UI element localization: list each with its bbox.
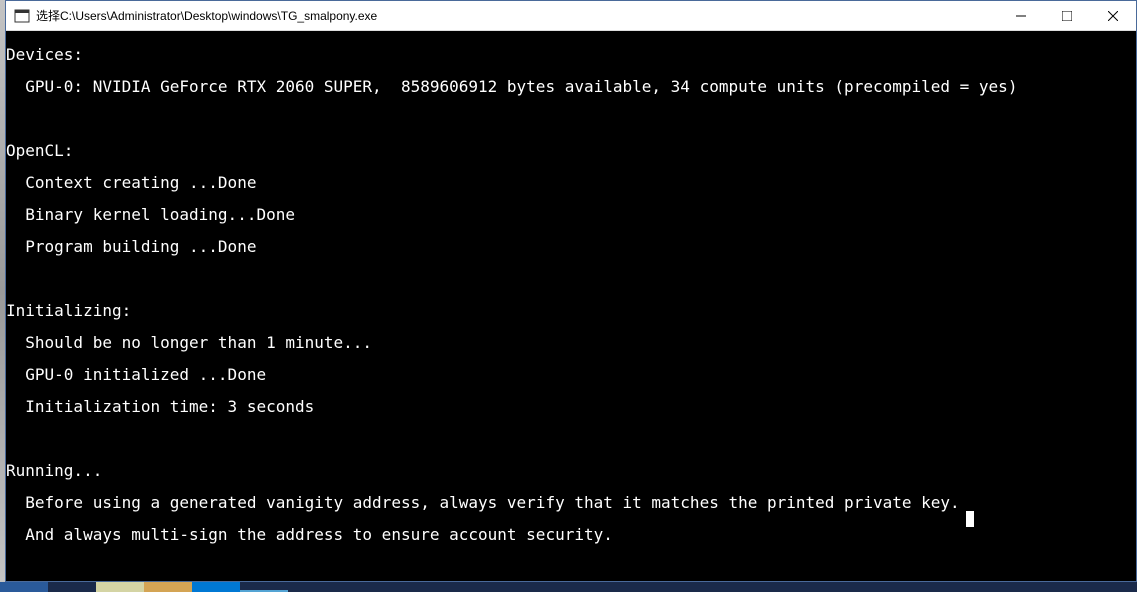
taskbar-item[interactable] bbox=[144, 582, 192, 592]
console-line: Before using a generated vanigity addres… bbox=[6, 495, 1136, 511]
console-line: Binary kernel loading...Done bbox=[6, 207, 1136, 223]
taskbar-item[interactable] bbox=[240, 582, 288, 592]
taskbar[interactable] bbox=[0, 582, 1137, 592]
console-line: Initializing: bbox=[6, 303, 1136, 319]
titlebar[interactable]: 选择C:\Users\Administrator\Desktop\windows… bbox=[6, 1, 1136, 31]
console-line: Should be no longer than 1 minute... bbox=[6, 335, 1136, 351]
app-icon bbox=[14, 8, 30, 24]
window-title: 选择C:\Users\Administrator\Desktop\windows… bbox=[36, 7, 998, 24]
console-window: 选择C:\Users\Administrator\Desktop\windows… bbox=[5, 0, 1137, 582]
console-line bbox=[6, 111, 1136, 127]
console-line: Devices: bbox=[6, 47, 1136, 63]
console-line bbox=[6, 559, 1136, 575]
console-line: Context creating ...Done bbox=[6, 175, 1136, 191]
console-line: GPU-0: NVIDIA GeForce RTX 2060 SUPER, 85… bbox=[6, 79, 1136, 95]
console-line: OpenCL: bbox=[6, 143, 1136, 159]
console-line: Initialization time: 3 seconds bbox=[6, 399, 1136, 415]
window-controls bbox=[998, 1, 1136, 30]
taskbar-item[interactable] bbox=[0, 582, 48, 592]
console-line: GPU-0 initialized ...Done bbox=[6, 367, 1136, 383]
console-line: Running... bbox=[6, 463, 1136, 479]
console-line: Program building ...Done bbox=[6, 239, 1136, 255]
taskbar-item[interactable] bbox=[96, 582, 144, 592]
taskbar-item[interactable] bbox=[48, 582, 96, 592]
taskbar-item[interactable] bbox=[192, 582, 240, 592]
text-cursor bbox=[966, 511, 974, 527]
console-line bbox=[6, 271, 1136, 287]
console-line: And always multi-sign the address to ens… bbox=[6, 527, 1136, 543]
close-button[interactable] bbox=[1090, 1, 1136, 30]
maximize-button[interactable] bbox=[1044, 1, 1090, 30]
console-output[interactable]: Devices: GPU-0: NVIDIA GeForce RTX 2060 … bbox=[6, 31, 1136, 581]
console-line bbox=[6, 431, 1136, 447]
minimize-button[interactable] bbox=[998, 1, 1044, 30]
